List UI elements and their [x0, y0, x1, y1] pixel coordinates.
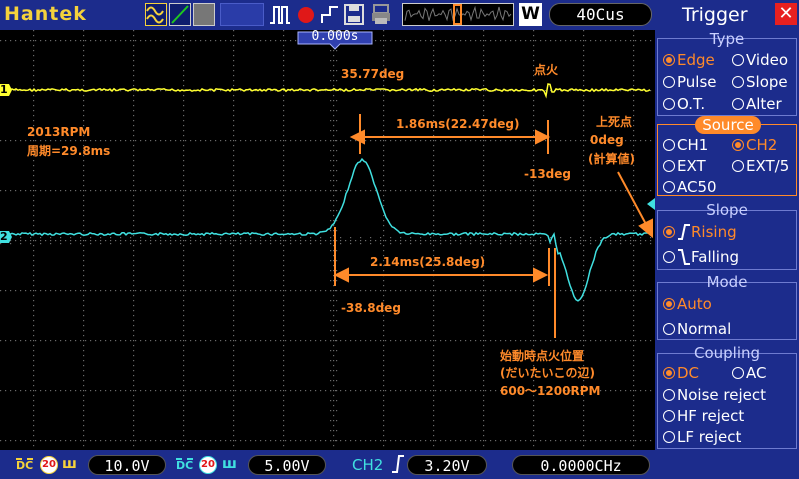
rpm-annotation: 2013RPM — [27, 125, 91, 139]
span-bottom-annotation: 2.14ms(25.8deg) — [370, 255, 486, 269]
mode-title: Mode — [706, 273, 748, 291]
radio-icon — [732, 54, 744, 66]
brand-logo: Hantek — [4, 3, 87, 25]
tdc-annotation-2: 0deg — [590, 133, 624, 147]
run-mode-indicator[interactable]: W — [519, 3, 542, 26]
slope-option-rising[interactable]: Rising — [663, 223, 737, 241]
radio-icon — [663, 410, 675, 422]
close-icon[interactable]: ✕ — [775, 3, 797, 25]
type-option-ot[interactable]: O.T. — [663, 95, 705, 113]
trigger-panel-title: Trigger — [682, 4, 748, 26]
radio-icon — [732, 98, 744, 110]
type-option-alter[interactable]: Alter — [732, 95, 782, 113]
waveform-display: 0.000s 1 2 2013RPM 周期=29.8ms 35.77deg 点火… — [0, 29, 655, 450]
source-option-ch1[interactable]: CH1 — [663, 136, 708, 154]
status-bar: DC 20 ꟺ 10.0V DC 20 ꟺ 5.00V CH2 3.20V 0.… — [0, 450, 655, 479]
radio-icon — [663, 160, 675, 172]
radio-icon — [732, 76, 744, 88]
ch1-trace — [9, 83, 651, 99]
radio-icon — [663, 251, 675, 263]
step-icon[interactable] — [320, 3, 340, 26]
ch1-coupling-icon[interactable]: DC — [16, 458, 34, 472]
radio-icon — [663, 389, 675, 401]
tdc-annotation-3: (計算値) — [588, 152, 635, 166]
span-top-annotation: 1.86ms(22.47deg) — [396, 117, 520, 131]
trigger-source-label[interactable]: CH2 — [352, 456, 383, 474]
source-option-ext[interactable]: EXT — [663, 157, 706, 175]
source-option-ch2[interactable]: CH2 — [732, 136, 777, 154]
ch1-marker-label: 1 — [0, 83, 8, 96]
slope-option-falling[interactable]: Falling — [663, 248, 739, 266]
radio-icon — [663, 431, 675, 443]
coupling-option-lf-reject[interactable]: LF reject — [663, 428, 741, 446]
cursor-icon[interactable] — [169, 3, 191, 26]
trigger-level-marker[interactable] — [647, 198, 655, 210]
radio-icon — [663, 323, 675, 335]
ch2-bw-limit-icon[interactable]: 20 — [199, 456, 217, 474]
trigger-level-display[interactable]: 3.20V — [407, 455, 487, 475]
frequency-display: 0.0000CHz — [512, 455, 650, 475]
radio-icon — [663, 54, 675, 66]
minus38-annotation: -38.8deg — [341, 301, 401, 315]
type-option-pulse[interactable]: Pulse — [663, 73, 717, 91]
mode-option-normal[interactable]: Normal — [663, 320, 731, 338]
type-title: Type — [709, 30, 745, 48]
rising-edge-icon — [678, 224, 690, 240]
radio-icon — [663, 139, 675, 151]
radio-icon — [663, 98, 675, 110]
start-annotation-3: 600～1200RPM — [500, 384, 601, 398]
trigger-panel-header: Trigger ✕ — [655, 0, 799, 30]
deg-top-annotation: 35.77deg — [341, 67, 405, 81]
radio-icon — [663, 298, 675, 310]
toolbar: Hantek W 40Cus — [0, 0, 655, 30]
memory-overview[interactable] — [402, 3, 514, 26]
period-annotation: 周期=29.8ms — [27, 144, 111, 158]
mode-option-auto[interactable]: Auto — [663, 295, 712, 313]
ch2-marker-label: 2 — [0, 230, 8, 243]
start-annotation-1: 始動時点火位置 — [500, 349, 585, 363]
type-option-edge[interactable]: Edge — [663, 51, 715, 69]
radio-icon — [732, 160, 744, 172]
trigger-time-label: 0.000s — [311, 29, 359, 44]
coupling-option-noise-reject[interactable]: Noise reject — [663, 386, 766, 404]
coupling-title: Coupling — [693, 344, 761, 362]
radio-icon — [732, 367, 744, 379]
tdc-annotation-1: 上死点 — [596, 115, 633, 129]
source-option-ac50[interactable]: AC50 — [663, 178, 717, 196]
persistence-icon[interactable] — [193, 3, 215, 26]
coupling-option-hf-reject[interactable]: HF reject — [663, 407, 744, 425]
radio-icon — [663, 226, 675, 238]
timebase-display[interactable]: 40Cus — [549, 3, 652, 26]
start-annotation-2: (だいたいこの辺) — [500, 366, 595, 380]
falling-edge-icon — [678, 249, 690, 265]
save-icon[interactable] — [343, 3, 365, 26]
radio-icon — [732, 139, 744, 151]
radio-icon — [663, 367, 675, 379]
source-option-ext5[interactable]: EXT/5 — [732, 157, 789, 175]
ch1-bw-limit-icon[interactable]: 20 — [40, 456, 58, 474]
ch1-volts-div[interactable]: 10.0V — [88, 455, 166, 475]
ch1-invert-icon[interactable]: ꟺ — [62, 456, 77, 472]
ch2-coupling-icon[interactable]: DC — [176, 458, 194, 472]
type-option-video[interactable]: Video — [732, 51, 788, 69]
print-icon[interactable] — [370, 3, 392, 26]
source-title: Source — [695, 116, 761, 134]
radio-icon — [663, 76, 675, 88]
rising-edge-icon[interactable] — [391, 454, 405, 478]
ch2-invert-icon[interactable]: ꟺ — [222, 456, 237, 472]
sine-wave-icon[interactable] — [145, 3, 167, 26]
blank-button[interactable] — [220, 3, 264, 26]
slope-title: Slope — [706, 201, 748, 219]
minus13-annotation: -13deg — [524, 167, 571, 181]
coupling-option-dc[interactable]: DC — [663, 364, 699, 382]
radio-icon — [663, 181, 675, 193]
coupling-option-ac[interactable]: AC — [732, 364, 766, 382]
ignition-annotation: 点火 — [534, 63, 559, 77]
ch2-volts-div[interactable]: 5.00V — [248, 455, 326, 475]
type-option-slope[interactable]: Slope — [732, 73, 788, 91]
trigger-panel: Trigger ✕ Type Edge Video Pulse Slope O.… — [655, 0, 799, 479]
record-icon[interactable] — [295, 3, 317, 26]
pulse-icon[interactable] — [268, 3, 292, 26]
